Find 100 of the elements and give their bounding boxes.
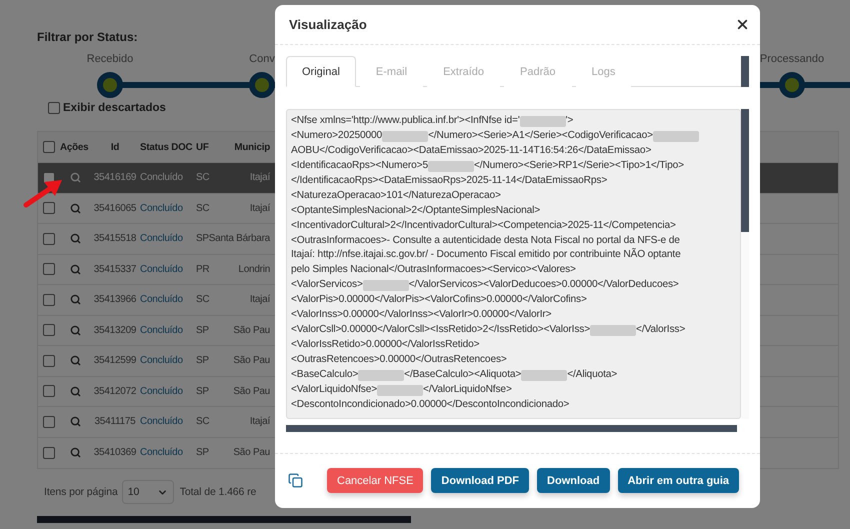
step-dot[interactable]: [249, 72, 275, 98]
search-icon[interactable]: [70, 202, 80, 214]
step-label: Recebido: [86, 52, 134, 66]
column-header: Status DOC: [140, 142, 192, 152]
xml-text-area[interactable]: [286, 109, 741, 419]
step-label: Conv: [249, 52, 275, 66]
xml-text: </ValorServicos><ValorDeducoes>0.00000</ValorDeducoes>: [408, 278, 679, 292]
checkbox[interactable]: [43, 446, 55, 459]
xml-text: <BaseCalculo>: [291, 368, 358, 382]
status-link[interactable]: Concluído: [140, 355, 183, 366]
checkbox[interactable]: [43, 354, 55, 367]
xml-text: '>: [566, 114, 574, 128]
status-link[interactable]: Concluído: [140, 447, 183, 458]
checkbox[interactable]: [48, 102, 60, 114]
table-cell: Itajaí: [250, 172, 270, 184]
search-icon[interactable]: [70, 416, 80, 428]
table-cell: SP: [196, 233, 209, 244]
redaction-mark: [428, 160, 474, 172]
xml-text: <ValorIssRetido>0.00000</ValorIssRetido>: [291, 338, 480, 352]
checkbox[interactable]: [43, 232, 55, 245]
table-cell: 35416169: [94, 172, 136, 184]
xml-text: <OutrasInformacoes>- Consulte a autenticidade desta Nota Fiscal no portal da NFS-e de: [291, 234, 680, 248]
tab[interactable]: Original: [286, 56, 356, 87]
step-label: Processando: [760, 52, 824, 66]
xml-text: </Numero><Serie>RP1</Serie><Tipo>1</Tipo>: [474, 158, 684, 173]
status-link[interactable]: Concluído: [140, 202, 183, 214]
checkbox[interactable]: [43, 324, 55, 336]
xml-text: </Aliquota>: [567, 368, 618, 382]
status-link[interactable]: Concluído: [140, 416, 183, 428]
action-button[interactable]: Abrir em outra guia: [618, 468, 740, 493]
action-button[interactable]: Download PDF: [431, 468, 530, 493]
table-cell: 35411175: [94, 416, 136, 428]
table-cell: SC: [196, 294, 210, 306]
xml-text: <Nfse xmlns='http://www.publica.inf.br'><InfNfse id=': [291, 114, 520, 128]
table-cell: SP: [196, 355, 209, 366]
table-cell: SP: [196, 324, 209, 336]
scrollbar-thumb[interactable]: [286, 425, 737, 432]
table-cell: 35416065: [94, 202, 136, 214]
table-cell: PR: [196, 264, 210, 275]
redaction-mark: [652, 130, 699, 142]
redaction-mark: [377, 384, 424, 396]
table-cell: 35412072: [94, 386, 136, 397]
xml-text: <Numero>20250000: [291, 128, 382, 143]
checkbox[interactable]: [43, 141, 55, 153]
table-cell: Itajaí: [250, 294, 270, 306]
status-link[interactable]: Concluído: [140, 324, 183, 336]
table-cell: Itajaí: [250, 416, 270, 428]
search-icon[interactable]: [70, 386, 80, 397]
xml-text: <ValorPis>0.00000</ValorPis><ValorCofins>0.00000</ValorCofins>: [291, 293, 587, 308]
redaction-mark: [362, 280, 409, 292]
action-button[interactable]: Cancelar NFSE: [327, 468, 424, 493]
table-cell: SC: [196, 172, 210, 184]
status-link[interactable]: Concluído: [140, 386, 183, 397]
total-label: Total de 1.466 re: [180, 486, 256, 498]
status-link[interactable]: Concluído: [140, 233, 183, 244]
checkbox[interactable]: [43, 385, 55, 398]
redaction-mark: [521, 370, 568, 381]
column-header: Id: [110, 142, 120, 152]
xml-text: </ValorIss>: [636, 323, 686, 338]
status-link[interactable]: Concluído: [140, 264, 183, 275]
checkbox[interactable]: [43, 202, 55, 214]
xml-text: <NaturezaOperacao>101</NaturezaOperacao>: [291, 188, 501, 203]
search-icon[interactable]: [70, 294, 80, 306]
xml-text: <OptanteSimplesNacional>2</OptanteSimplesNacional>: [291, 204, 540, 218]
xml-text: </ValorLiquidoNfse>: [423, 382, 512, 397]
table-cell: 35410369: [94, 447, 136, 458]
action-button[interactable]: Download: [537, 468, 610, 493]
scrollbar-thumb[interactable]: [37, 516, 411, 523]
filter-title: Filtrar por Status:: [37, 30, 139, 46]
scrollbar-thumb[interactable]: [741, 56, 749, 87]
status-link[interactable]: Concluído: [140, 294, 183, 306]
xml-text: </IdentificacaoRps><DataEmissaoRps>2025-11-14</DataEmissaoRps>: [291, 174, 608, 188]
xml-text: <ValorInss>0.00000</ValorInss><ValorIr>0.00000</ValorIr>: [291, 308, 552, 322]
xml-text: <ValorLiquidoNfse>: [291, 382, 378, 397]
xml-text: pelo Simples Nacional</OutrasInformacoes><Servico><Valores>: [291, 263, 576, 278]
redaction-mark: [382, 130, 428, 142]
redaction-mark: [520, 116, 566, 127]
search-icon[interactable]: [70, 264, 80, 275]
scrollbar-thumb[interactable]: [741, 109, 749, 232]
search-icon[interactable]: [70, 355, 80, 366]
xml-text: <ValorCsll>0.00000</ValorCsll><IssRetido>2</IssRetido><ValorIss>: [291, 323, 590, 338]
xml-text: </Numero><Serie>A1</Serie><CodigoVerificacao>: [428, 128, 653, 143]
page-size-label: Itens por página: [44, 486, 118, 498]
copy-icon[interactable]: [288, 473, 303, 488]
page-size-select[interactable]: 10: [122, 480, 174, 504]
table-cell: São Pau: [233, 355, 270, 366]
search-icon[interactable]: [70, 447, 80, 458]
table-cell: SC: [196, 416, 210, 428]
step-dot[interactable]: [97, 72, 123, 98]
table-cell: Londrin: [238, 264, 270, 275]
checkbox[interactable]: [43, 294, 55, 306]
xml-text: </BaseCalculo><Aliquota>: [404, 368, 522, 382]
search-icon[interactable]: [70, 324, 80, 336]
search-icon[interactable]: [70, 233, 80, 244]
checkbox[interactable]: [43, 263, 55, 276]
checkbox[interactable]: [43, 416, 55, 428]
close-icon[interactable]: [735, 17, 750, 32]
table-cell: São Pau: [233, 386, 270, 397]
xml-text: <OutrasRetencoes>0.00000</OutrasRetencoes>: [291, 353, 507, 367]
status-link[interactable]: Concluído: [140, 172, 183, 184]
